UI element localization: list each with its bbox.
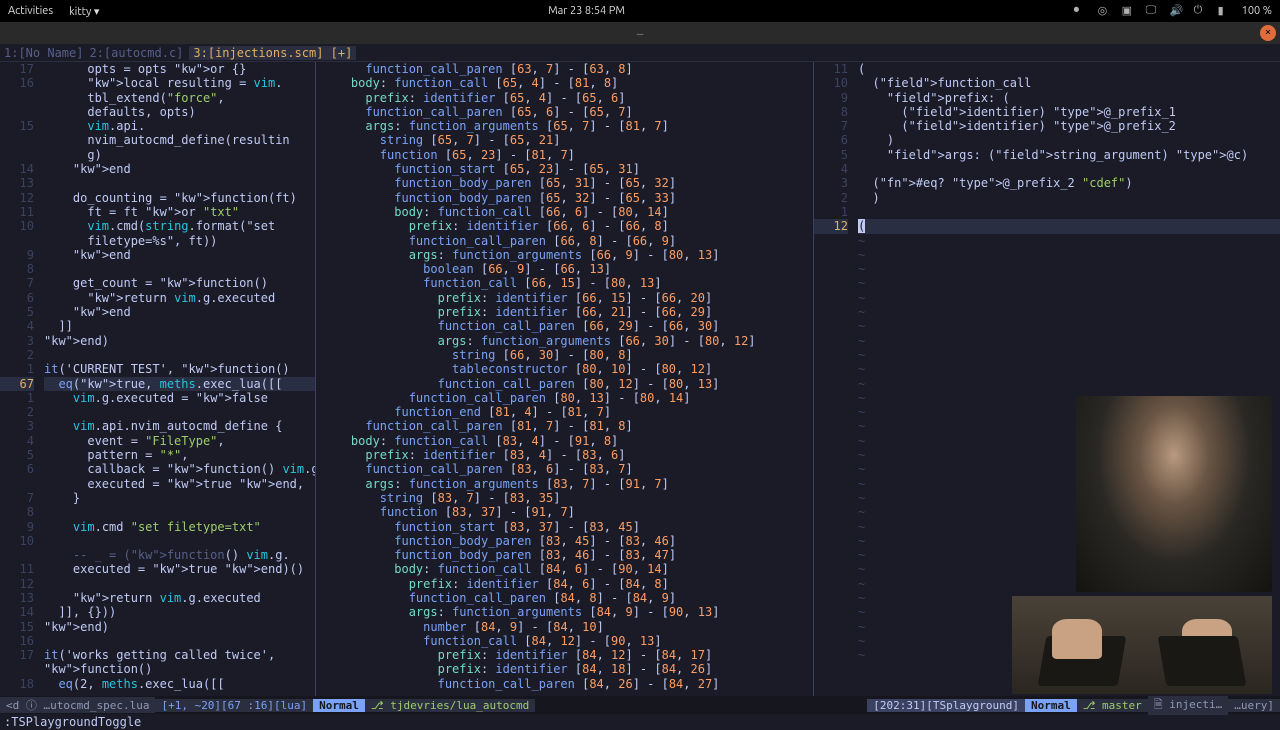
sl-file-left: <d ⓘ …utocmd_spec.lua (0, 697, 155, 713)
activities-button[interactable]: Activities (8, 5, 53, 18)
statusline: <d ⓘ …utocmd_spec.lua [+1, ~20][67 :16][… (0, 696, 1280, 714)
code-left[interactable]: opts = opts "kw">or {} "kw">local result… (44, 62, 315, 691)
sl-mode-right: Normal (1025, 699, 1077, 712)
pane-left[interactable]: 1716 15 1413121110 98765432167123456 789… (0, 62, 316, 696)
sl-branch-right: ⎇ master (1077, 699, 1148, 712)
display-icon[interactable]: 🖵 (1146, 4, 1160, 18)
sl-file-right: 🗎 injecti… (1148, 696, 1228, 715)
pane-playground[interactable]: function_call_paren [63, 7] - [63, 8] bo… (316, 62, 814, 696)
command-line[interactable]: :TSPlaygroundToggle (0, 714, 1280, 730)
gutter-right: 111098765432112 (814, 62, 854, 662)
tab[interactable]: 2:[autocmd.c] (89, 46, 183, 60)
sl-pos: [202:31][TSplayground] (867, 699, 1025, 712)
app-menu[interactable]: kitty ▾ (69, 5, 99, 18)
battery-text: 100 % (1242, 5, 1272, 17)
obs-icon[interactable]: ◎ (1098, 4, 1112, 18)
gutter-left: 1716 15 1413121110 98765432167123456 789… (0, 62, 40, 691)
sl-diag: [+1, ~20][67 :16][lua] (155, 699, 313, 712)
clock[interactable]: Mar 23 8:54 PM (99, 5, 1073, 17)
code-playground[interactable]: function_call_paren [63, 7] - [63, 8] bo… (322, 62, 813, 691)
system-topbar: Activities kitty ▾ Mar 23 8:54 PM ⏺ ◎ ▣ … (0, 0, 1280, 22)
close-icon[interactable]: × (1260, 25, 1276, 41)
tab[interactable]: 3:[injections.scm] [+] (189, 46, 356, 60)
window-titlebar[interactable]: — × (0, 22, 1280, 44)
sl-mode-left: Normal (313, 699, 365, 712)
tabline: 1:[No Name] 2:[autocmd.c] 3:[injections.sc… (0, 44, 1280, 62)
sl-end: …uery] (1228, 699, 1280, 712)
webcam-keyboard (1012, 596, 1272, 694)
webcam-face (1076, 396, 1272, 592)
discord-icon[interactable]: ▣ (1122, 4, 1136, 18)
window-handle: — (637, 27, 644, 40)
battery-icon[interactable]: ▮ (1218, 4, 1232, 18)
sl-branch-left: ⎇ tjdevries/lua_autocmd (365, 699, 535, 712)
screencast-icon[interactable]: ⏺ (1074, 4, 1088, 18)
volume-icon[interactable]: 🔊 (1170, 4, 1184, 18)
network-icon[interactable]: ⏻ (1194, 4, 1208, 18)
tab[interactable]: 1:[No Name] (4, 46, 83, 60)
